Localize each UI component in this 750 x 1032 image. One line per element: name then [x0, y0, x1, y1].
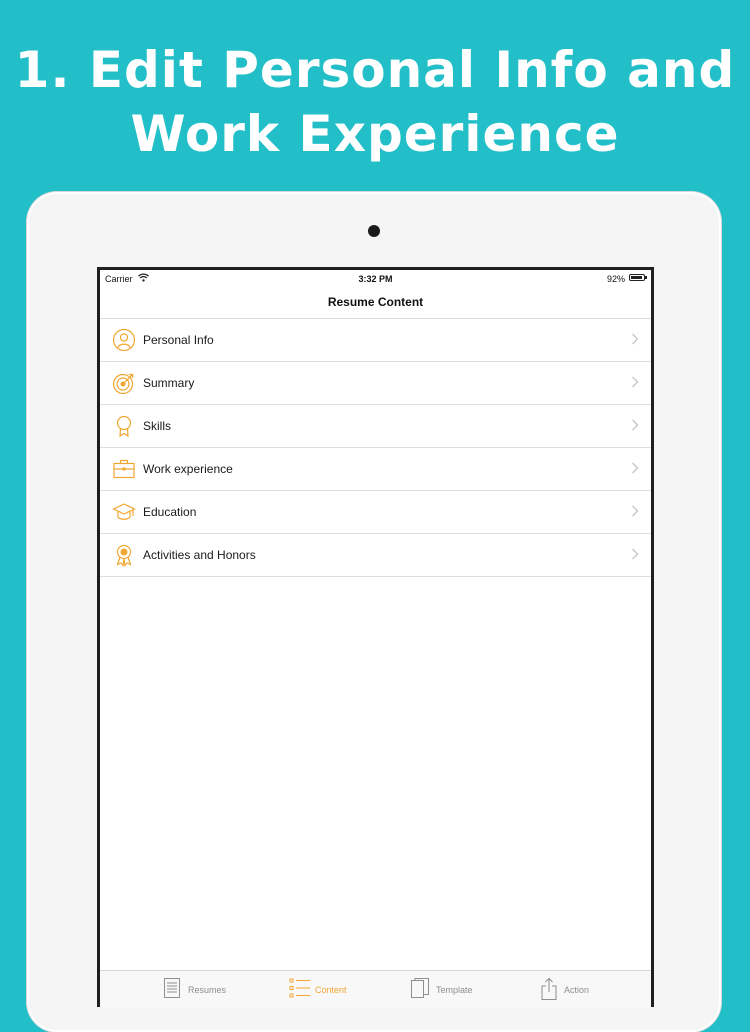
section-row-activities-and-honors[interactable]: Activities and Honors — [100, 534, 651, 577]
section-label: Activities and Honors — [143, 548, 256, 562]
section-row-personal-info[interactable]: Personal Info — [100, 319, 651, 362]
document-list-icon — [164, 978, 180, 998]
section-row-education[interactable]: Education — [100, 491, 651, 534]
page-title: Resume Content — [327, 295, 424, 309]
tab-content[interactable]: Content — [278, 971, 415, 1007]
chevron-right-icon — [632, 505, 639, 517]
navigation-bar: Resume Content — [100, 288, 651, 319]
section-label: Summary — [143, 376, 195, 390]
section-label: Skills — [143, 419, 172, 433]
camera-icon — [368, 225, 380, 237]
section-label: Personal Info — [143, 333, 214, 347]
tab-bar: Resumes Content Template Action — [100, 970, 651, 1007]
list-icon — [289, 978, 310, 998]
tab-label: Action — [564, 985, 590, 995]
chevron-right-icon — [632, 462, 639, 474]
share-icon — [541, 977, 557, 1000]
tablet-screen: Carrier 3:32 PM 92% Resume Content Perso… — [97, 267, 654, 1007]
target-icon — [112, 373, 134, 395]
section-row-work-experience[interactable]: Work experience — [100, 448, 651, 491]
chevron-right-icon — [632, 333, 639, 345]
tab-label: Resumes — [188, 985, 227, 995]
award-ribbon-icon — [116, 544, 132, 567]
briefcase-icon — [113, 459, 135, 479]
section-row-summary[interactable]: Summary — [100, 362, 651, 405]
section-label: Work experience — [143, 462, 233, 476]
tab-template[interactable]: Template — [398, 971, 535, 1007]
app-screen: Carrier 3:32 PM 92% Resume Content Perso… — [100, 270, 651, 1007]
graduation-cap-icon — [112, 503, 136, 520]
headline-line-1: 1. Edit Personal Info and — [14, 41, 736, 99]
person-icon — [112, 328, 136, 352]
status-time: 3:32 PM — [358, 274, 393, 284]
battery-icon — [629, 274, 647, 281]
pages-icon — [411, 978, 429, 998]
status-bar: Carrier 3:32 PM 92% — [100, 270, 651, 288]
section-row-skills[interactable]: Skills — [100, 405, 651, 448]
headline: 1. Edit Personal Info and Work Experienc… — [0, 38, 750, 166]
medal-icon — [116, 415, 132, 438]
chevron-right-icon — [632, 419, 639, 431]
tab-resumes[interactable]: Resumes — [148, 971, 285, 1007]
section-label: Education — [143, 505, 197, 519]
tab-label: Template — [436, 985, 473, 995]
headline-line-2: Work Experience — [130, 105, 620, 163]
chevron-right-icon — [632, 376, 639, 388]
section-list: Personal Info Summary Skills Work experi… — [100, 319, 651, 577]
battery-percent: 92% — [606, 274, 625, 284]
chevron-right-icon — [632, 548, 639, 560]
tab-action[interactable]: Action — [528, 971, 651, 1007]
tab-label: Content — [315, 985, 347, 995]
